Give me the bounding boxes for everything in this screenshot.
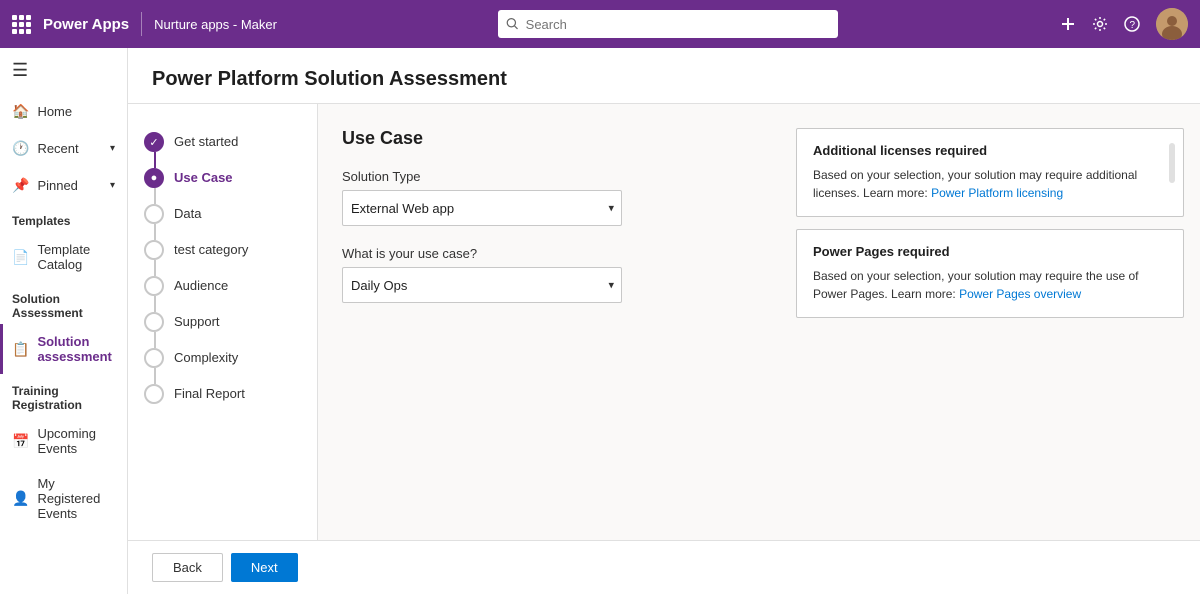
info-panel: Additional licenses required Based on yo…	[780, 104, 1200, 540]
pinned-icon: 📌	[12, 177, 29, 194]
step-circle-final-report	[144, 384, 164, 404]
sidebar-item-template-label: Template Catalog	[37, 242, 115, 272]
solution-type-field: Solution Type External Web app Internal …	[342, 169, 756, 226]
sidebar-item-pinned-label: Pinned	[37, 178, 77, 193]
sidebar-item-home[interactable]: 🏠 Home	[0, 93, 127, 130]
power-pages-link[interactable]: Power Pages overview	[959, 287, 1081, 301]
step-circle-complexity	[144, 348, 164, 368]
step-circle-data	[144, 204, 164, 224]
sidebar-item-pinned[interactable]: 📌 Pinned ▾	[0, 167, 127, 204]
help-button[interactable]: ?	[1124, 16, 1140, 32]
solution-type-label: Solution Type	[342, 169, 756, 184]
brand-name: Power Apps	[43, 16, 129, 33]
footer-actions: Back Next	[128, 540, 1200, 594]
scroll-indicator	[1169, 143, 1175, 183]
topnav-actions: ?	[1060, 8, 1188, 40]
step-final-report[interactable]: Final Report	[144, 376, 301, 412]
step-circle-use-case: ●	[144, 168, 164, 188]
chevron-down-icon-2: ▾	[110, 180, 115, 191]
main-layout: ☰ 🏠 Home 🕐 Recent ▾ 📌 Pinned ▾ Templates…	[0, 48, 1200, 594]
events-icon: 📅	[12, 433, 29, 450]
step-use-case[interactable]: ● Use Case	[144, 160, 301, 196]
registered-icon: 👤	[12, 490, 29, 507]
solution-type-select-wrapper[interactable]: External Web app Internal App Portal Wor…	[342, 190, 622, 226]
templates-section-header: Templates	[0, 204, 127, 232]
step-complexity[interactable]: Complexity	[144, 340, 301, 376]
back-button[interactable]: Back	[152, 553, 223, 582]
step-data[interactable]: Data	[144, 196, 301, 232]
solution-icon: 📋	[12, 341, 29, 358]
hamburger-menu[interactable]: ☰	[0, 48, 127, 93]
form-section-title: Use Case	[342, 128, 756, 149]
avatar[interactable]	[1156, 8, 1188, 40]
info-card-power-pages: Power Pages required Based on your selec…	[796, 229, 1184, 318]
step-circle-test-category	[144, 240, 164, 260]
training-section-header: Training Registration	[0, 374, 127, 416]
settings-button[interactable]	[1092, 16, 1108, 32]
next-button[interactable]: Next	[231, 553, 298, 582]
template-icon: 📄	[12, 249, 29, 266]
solution-assessment-section-header: Solution Assessment	[0, 282, 127, 324]
sidebar-item-home-label: Home	[37, 104, 72, 119]
step-test-category[interactable]: test category	[144, 232, 301, 268]
step-label-audience: Audience	[174, 276, 228, 293]
search-icon	[506, 17, 519, 31]
sidebar-item-solution-label: Solution assessment	[37, 334, 115, 364]
app-name: Nurture apps - Maker	[154, 17, 277, 32]
add-button[interactable]	[1060, 16, 1076, 32]
page-body: ✓ Get started ● Use Case Data	[128, 104, 1200, 540]
content-area: Power Platform Solution Assessment ✓ Get…	[128, 48, 1200, 594]
step-audience[interactable]: Audience	[144, 268, 301, 304]
search-bar[interactable]	[498, 10, 838, 38]
sidebar-item-recent[interactable]: 🕐 Recent ▾	[0, 130, 127, 167]
step-get-started[interactable]: ✓ Get started	[144, 124, 301, 160]
svg-text:?: ?	[1130, 20, 1136, 31]
additional-licenses-title: Additional licenses required	[813, 143, 1167, 158]
step-label-final-report: Final Report	[174, 384, 245, 401]
sidebar-item-recent-label: Recent	[37, 141, 78, 156]
sidebar-item-upcoming-events[interactable]: 📅 Upcoming Events	[0, 416, 127, 466]
step-support[interactable]: Support	[144, 304, 301, 340]
info-card-additional-licenses: Additional licenses required Based on yo…	[796, 128, 1184, 217]
search-input[interactable]	[526, 17, 831, 32]
step-label-use-case: Use Case	[174, 168, 233, 185]
use-case-select-wrapper[interactable]: Daily Ops Customer Service Finance HR Ot…	[342, 267, 622, 303]
steps-panel: ✓ Get started ● Use Case Data	[128, 104, 318, 540]
step-circle-audience	[144, 276, 164, 296]
step-label-test-category: test category	[174, 240, 248, 257]
use-case-field: What is your use case? Daily Ops Custome…	[342, 246, 756, 303]
home-icon: 🏠	[12, 103, 29, 120]
form-panel: Use Case Solution Type External Web app …	[318, 104, 780, 540]
sidebar: ☰ 🏠 Home 🕐 Recent ▾ 📌 Pinned ▾ Templates…	[0, 48, 128, 594]
nav-divider	[141, 12, 142, 36]
step-label-complexity: Complexity	[174, 348, 238, 365]
sidebar-item-registered-events[interactable]: 👤 My Registered Events	[0, 466, 127, 531]
chevron-down-icon: ▾	[110, 143, 115, 154]
sidebar-item-template-catalog[interactable]: 📄 Template Catalog	[0, 232, 127, 282]
sidebar-item-solution-assessment[interactable]: 📋 Solution assessment	[0, 324, 127, 374]
use-case-label: What is your use case?	[342, 246, 756, 261]
page-header: Power Platform Solution Assessment	[128, 48, 1200, 104]
additional-licenses-body: Based on your selection, your solution m…	[813, 166, 1167, 202]
power-pages-body: Based on your selection, your solution m…	[813, 267, 1167, 303]
use-case-select[interactable]: Daily Ops Customer Service Finance HR Ot…	[342, 267, 622, 303]
step-circle-get-started: ✓	[144, 132, 164, 152]
step-circle-support	[144, 312, 164, 332]
page-title: Power Platform Solution Assessment	[152, 68, 1176, 91]
step-label-data: Data	[174, 204, 201, 221]
step-label-get-started: Get started	[174, 132, 238, 149]
grid-icon[interactable]	[12, 15, 31, 34]
power-pages-title: Power Pages required	[813, 244, 1167, 259]
active-indicator	[0, 324, 3, 374]
solution-type-select[interactable]: External Web app Internal App Portal Wor…	[342, 190, 622, 226]
additional-licenses-link[interactable]: Power Platform licensing	[931, 186, 1063, 200]
topnav: Power Apps Nurture apps - Maker ?	[0, 0, 1200, 48]
step-label-support: Support	[174, 312, 220, 329]
sidebar-item-registered-label: My Registered Events	[37, 476, 115, 521]
recent-icon: 🕐	[12, 140, 29, 157]
sidebar-item-upcoming-label: Upcoming Events	[37, 426, 115, 456]
